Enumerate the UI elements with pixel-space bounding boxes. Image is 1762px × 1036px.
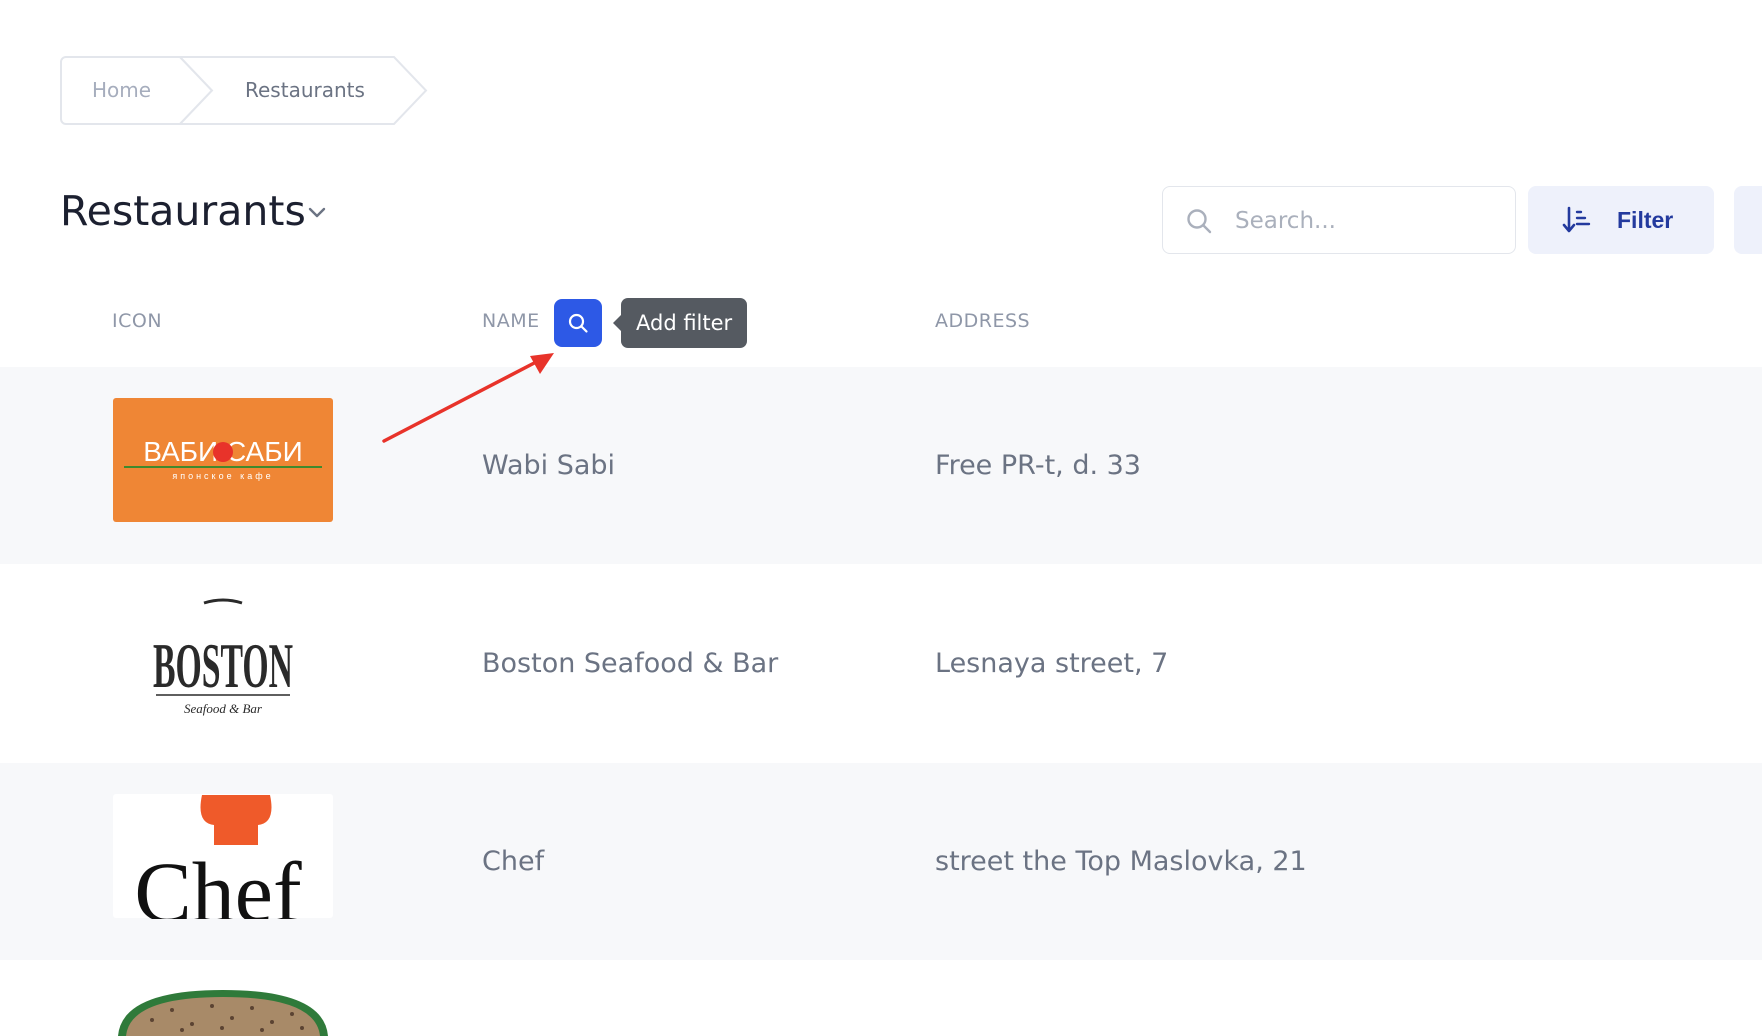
column-header-address: ADDRESS — [935, 310, 1031, 332]
name-column-filter-button[interactable] — [554, 299, 602, 347]
cell-name: Boston Seafood & Bar — [482, 648, 779, 679]
tooltip-arrow — [613, 315, 621, 331]
chef-logo: Chef — [113, 794, 333, 919]
cell-address: Free PR-t, d. 33 — [935, 450, 1141, 481]
add-filter-tooltip: Add filter — [613, 298, 748, 348]
search-box[interactable] — [1162, 186, 1516, 254]
wabi-sabi-logo: ВАБИ САБИ японское кафе — [113, 398, 333, 522]
page-title[interactable]: Restaurants — [60, 186, 306, 236]
cell-address: street the Top Maslovka, 21 — [935, 846, 1307, 877]
filter-button-label: Filter — [1617, 207, 1674, 233]
search-icon — [568, 313, 588, 333]
logo-subtext: японское кафе — [172, 471, 273, 481]
breadcrumb-current: Restaurants — [245, 78, 365, 102]
logo-text: Chef — [134, 844, 302, 919]
logo-subtext: Seafood & Bar — [184, 701, 263, 716]
column-header-name[interactable]: NAME — [482, 310, 540, 332]
table-row[interactable]: Chef Chef street the Top Maslovka, 21 — [0, 763, 1762, 960]
sort-filter-icon — [1562, 206, 1591, 233]
cell-address: Lesnaya street, 7 — [935, 648, 1169, 679]
table-row[interactable] — [0, 961, 1762, 1036]
annotation-arrow — [382, 353, 554, 443]
table-row[interactable]: ВАБИ САБИ японское кафе Wabi Sabi Free P… — [0, 367, 1762, 564]
column-header-icon: ICON — [112, 310, 163, 332]
search-icon — [1187, 209, 1212, 234]
breadcrumb-home[interactable]: Home — [92, 56, 151, 125]
tooltip-label: Add filter — [636, 311, 733, 335]
filter-button[interactable]: Filter — [1528, 186, 1714, 254]
chevron-down-icon[interactable] — [305, 200, 329, 224]
cell-name: Chef — [482, 846, 545, 877]
logo-text: BOSTON — [153, 630, 293, 701]
search-input[interactable] — [1233, 201, 1507, 241]
round-food-logo — [118, 990, 328, 1036]
table-row[interactable]: BOSTON Seafood & Bar Boston Seafood & Ba… — [0, 565, 1762, 762]
more-actions-button[interactable] — [1734, 186, 1762, 254]
boston-logo: BOSTON Seafood & Bar — [153, 598, 293, 716]
